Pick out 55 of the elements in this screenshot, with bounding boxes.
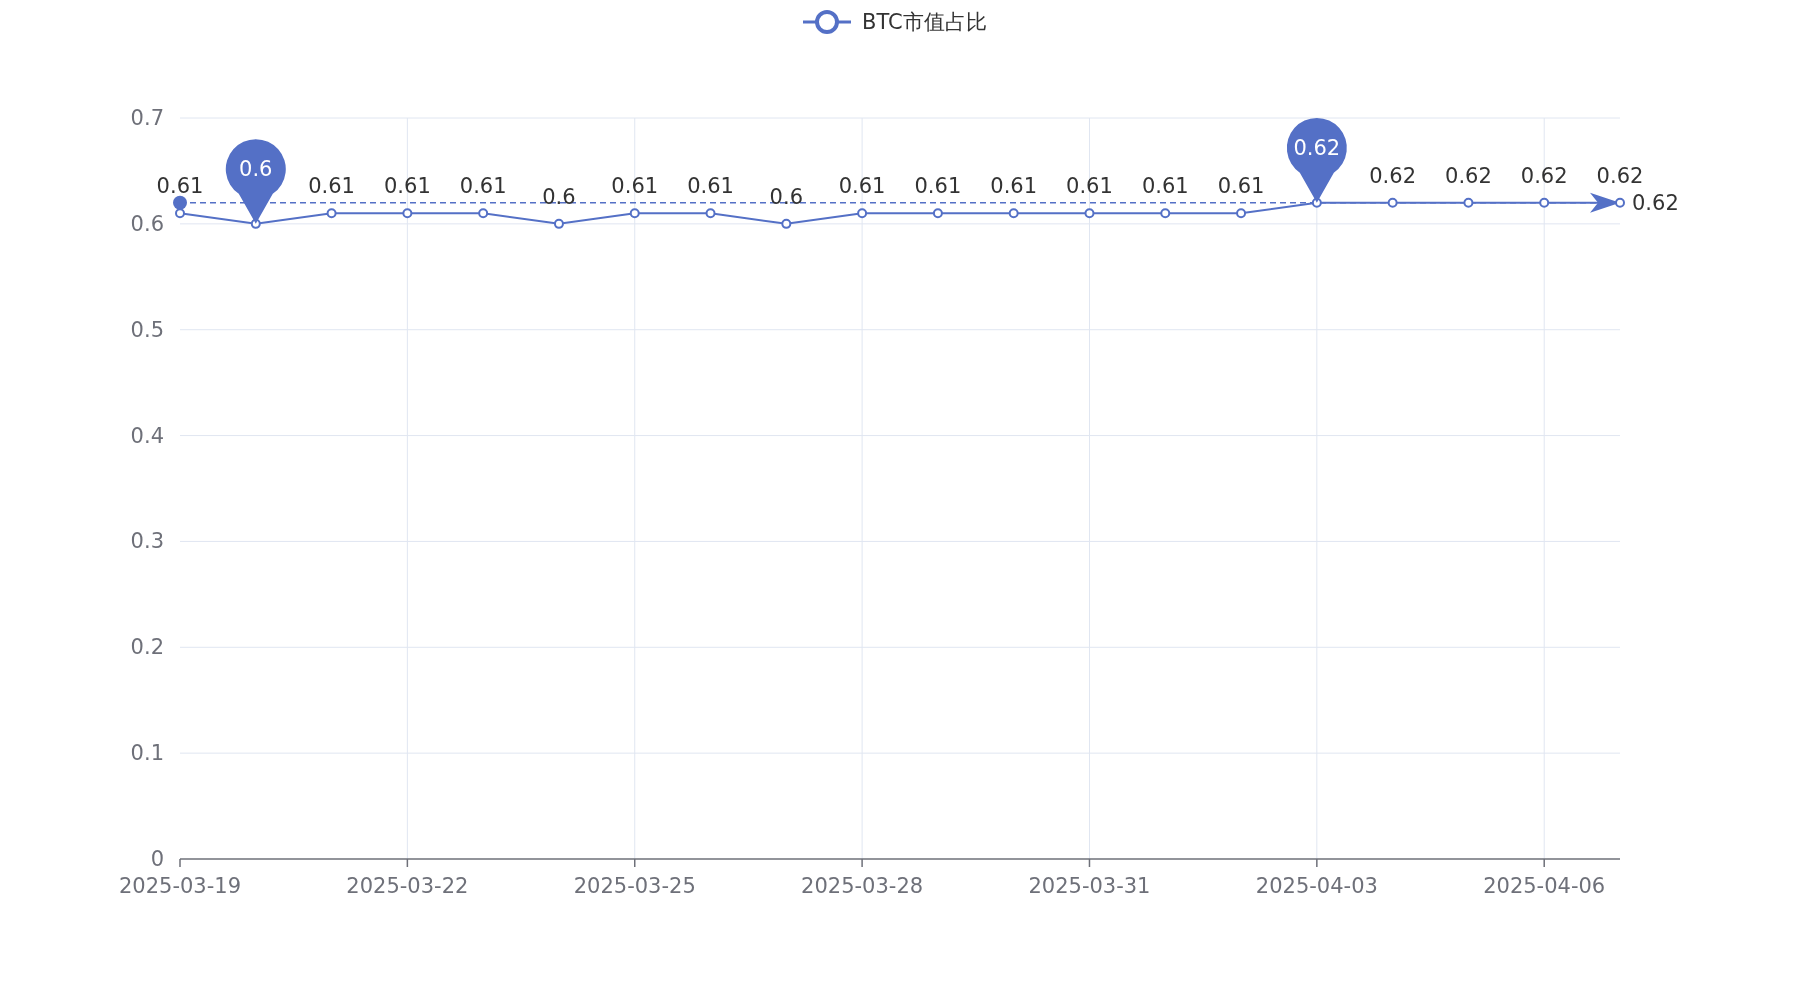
legend-label[interactable]: BTC市值占比 [862,10,987,34]
data-point [705,208,716,219]
line-label: 0.62 [1632,190,1679,215]
data-label: 0.61 [1066,174,1113,199]
axis-label: 0.3 [130,529,164,554]
data-point [1008,208,1019,219]
data-label: 0.61 [156,174,204,199]
axis-label: 2025-03-31 [1028,874,1151,898]
data-label: 0.61 [838,174,886,199]
data-label: 0.61 [914,174,962,199]
data-point [1236,208,1247,219]
axis-label: 0 [150,847,164,871]
data-label: 0.62 [1596,163,1644,188]
axis-label: 2025-03-25 [573,874,696,898]
data-label: 0.62 [1445,163,1492,188]
axis-label: 0.1 [130,741,164,766]
data-point [1615,197,1625,208]
data-label: 0.61 [687,174,734,199]
axis-label: 0.6 [130,211,164,236]
axis-label: 0.4 [130,423,164,448]
data-label: 0.61 [308,174,355,199]
data-label: 0.62 [1520,163,1568,188]
data-point [402,208,413,219]
data-label: 0.61 [1141,174,1189,199]
data-label: 0.61 [990,174,1038,199]
data-point [629,208,640,219]
axis-label: 0.5 [130,317,164,342]
legend-icon[interactable] [803,10,851,34]
data-point [326,208,337,219]
data-point [781,218,792,229]
line-start-dot [173,195,187,210]
axis-label: 0.2 [130,635,164,660]
data-label: 0.62 [1369,163,1416,188]
axis-label: 2025-04-03 [1255,874,1378,898]
data-label: 0.61 [1217,174,1265,199]
data-point [1463,197,1474,208]
data-point [932,208,943,219]
data-point [1387,197,1398,208]
pin-label: 0.62 [1293,135,1341,160]
data-point [478,208,489,219]
data-point [1084,208,1095,219]
data-label: 0.61 [384,174,431,199]
data-label: 0.61 [459,174,507,199]
axis-label: 2025-03-28 [801,874,924,898]
data-point [553,218,564,229]
pin-label: 0.6 [239,156,273,181]
axis-label: 0.7 [130,106,164,130]
data-point [175,208,185,219]
axis-label: 2025-03-22 [346,874,469,898]
axis-label: 2025-04-06 [1483,874,1606,898]
data-label: 0.61 [611,174,659,199]
data-point [1160,208,1171,219]
data-point [857,208,868,219]
axis-label: 2025-03-19 [119,874,241,898]
data-point [1539,197,1550,208]
